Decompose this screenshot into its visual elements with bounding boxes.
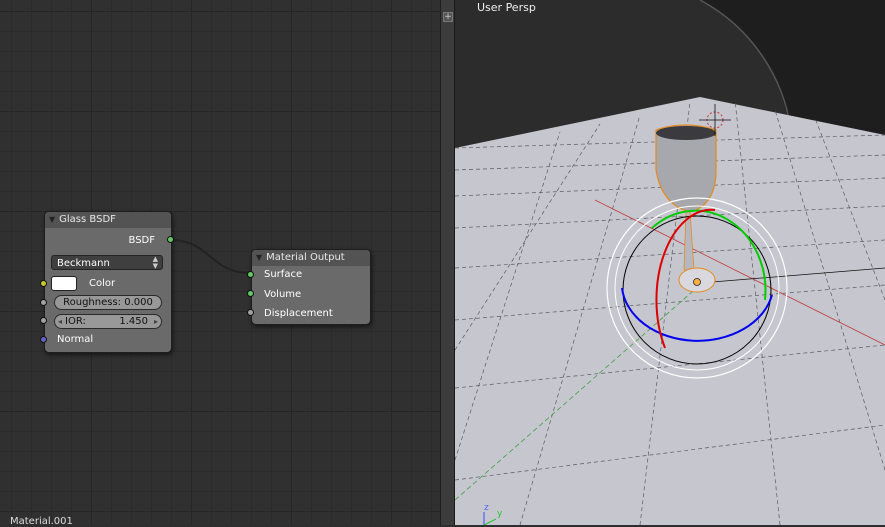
ior-label: IOR: [65,316,86,327]
color-input-socket[interactable] [40,280,47,287]
material-output-header[interactable]: ▼ Material Output [252,250,370,266]
axis-y-label: y [497,509,503,519]
volume-label: Volume [264,289,302,300]
roughness-slider[interactable]: Roughness: 0.000 [54,295,162,310]
displacement-label: Displacement [264,308,333,319]
color-label: Color [89,278,116,289]
material-name: Material.001 [10,516,73,527]
displacement-input-socket[interactable] [247,309,254,316]
viewport-scene [455,0,885,525]
ior-value: 1.450 [119,316,148,327]
bsdf-output-socket[interactable] [167,236,174,243]
3d-viewport[interactable]: User Persp z y [455,0,885,525]
collapse-triangle-icon[interactable]: ▼ [256,250,262,266]
bsdf-to-surface-link [170,239,251,274]
material-output-title: Material Output [266,252,345,263]
decrement-arrow-icon[interactable]: ◂ [58,315,62,328]
collapse-triangle-icon[interactable]: ▼ [49,212,55,228]
bsdf-output-label: BSDF [128,235,155,246]
glass-bsdf-title: Glass BSDF [59,214,116,225]
increment-arrow-icon[interactable]: ▸ [154,315,158,328]
viewport-title: User Persp [477,1,536,14]
roughness-text: Roughness: 0.000 [63,297,153,308]
normal-label: Normal [57,334,94,345]
glass-bsdf-node[interactable]: ▼ Glass BSDF BSDF Beckmann ▲ ▼ Color Rough… [44,211,172,353]
distribution-value: Beckmann [57,258,110,269]
normal-input-socket[interactable] [40,336,47,343]
distribution-dropdown[interactable]: Beckmann ▲ ▼ [51,255,163,270]
roughness-input-socket[interactable] [40,299,47,306]
surface-input-socket[interactable] [247,271,254,278]
ior-field[interactable]: ◂ IOR: 1.450 ▸ [54,314,162,329]
surface-label: Surface [264,269,303,280]
area-divider[interactable] [440,0,455,525]
color-swatch[interactable] [51,276,77,291]
axis-z-label: z [484,503,489,513]
dropdown-arrows-icon: ▲ ▼ [152,255,158,270]
volume-input-socket[interactable] [247,290,254,297]
glass-bsdf-header[interactable]: ▼ Glass BSDF [45,212,171,228]
material-output-node[interactable]: ▼ Material Output Surface Volume Displace… [251,249,371,325]
node-editor[interactable]: ▼ Glass BSDF BSDF Beckmann ▲ ▼ Color Rough… [0,0,440,527]
ior-input-socket[interactable] [40,317,47,324]
region-plus-icon[interactable]: + [443,12,453,22]
